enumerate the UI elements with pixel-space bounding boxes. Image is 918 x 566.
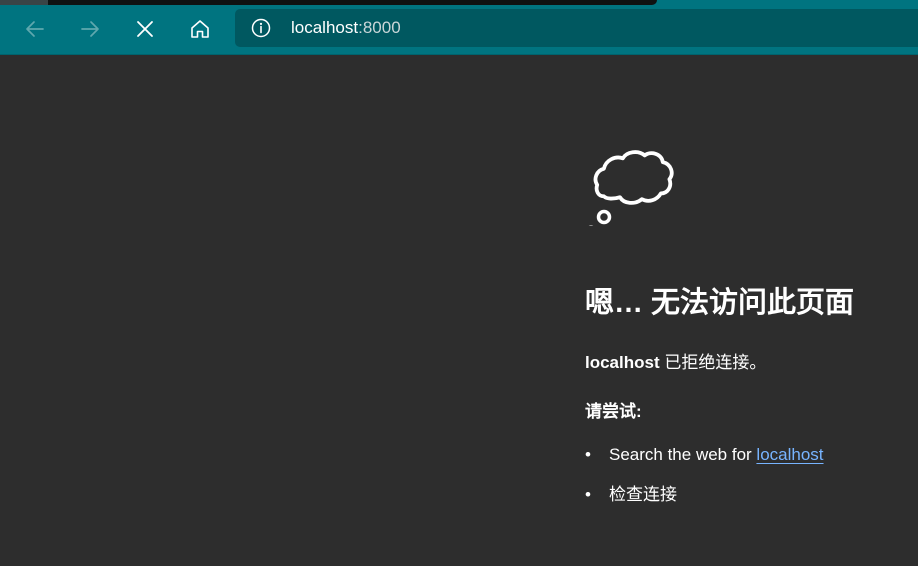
- forward-button[interactable]: [73, 12, 107, 46]
- tab-strip: [0, 0, 657, 5]
- home-button[interactable]: [183, 12, 217, 46]
- error-message: 已拒绝连接。: [659, 353, 767, 372]
- error-detail: localhost 已拒绝连接。: [585, 351, 766, 375]
- error-host: localhost: [585, 353, 660, 372]
- list-bullet: •: [585, 485, 591, 504]
- thought-cloud-icon: [588, 150, 674, 226]
- arrow-right-icon: [81, 21, 99, 37]
- suggestion-text: Search the web for: [609, 445, 757, 464]
- search-link[interactable]: localhost: [756, 445, 823, 464]
- tab-edge[interactable]: [0, 0, 48, 5]
- address-bar[interactable]: localhost:8000: [235, 9, 918, 47]
- url-port: :8000: [358, 18, 401, 37]
- list-bullet: •: [585, 445, 591, 464]
- home-icon: [191, 20, 209, 38]
- url-text[interactable]: localhost:8000: [291, 18, 401, 38]
- url-host: localhost: [291, 18, 359, 37]
- info-icon[interactable]: [251, 18, 271, 43]
- stop-button[interactable]: [128, 12, 162, 46]
- try-heading: 请尝试:: [585, 402, 642, 421]
- close-icon: [137, 21, 153, 37]
- suggestion-text: 检查连接: [609, 485, 677, 504]
- browser-toolbar: localhost:8000: [0, 0, 918, 55]
- page-title: 嗯… 无法访问此页面: [585, 287, 855, 319]
- back-button[interactable]: [18, 12, 52, 46]
- arrow-left-icon: [26, 21, 44, 37]
